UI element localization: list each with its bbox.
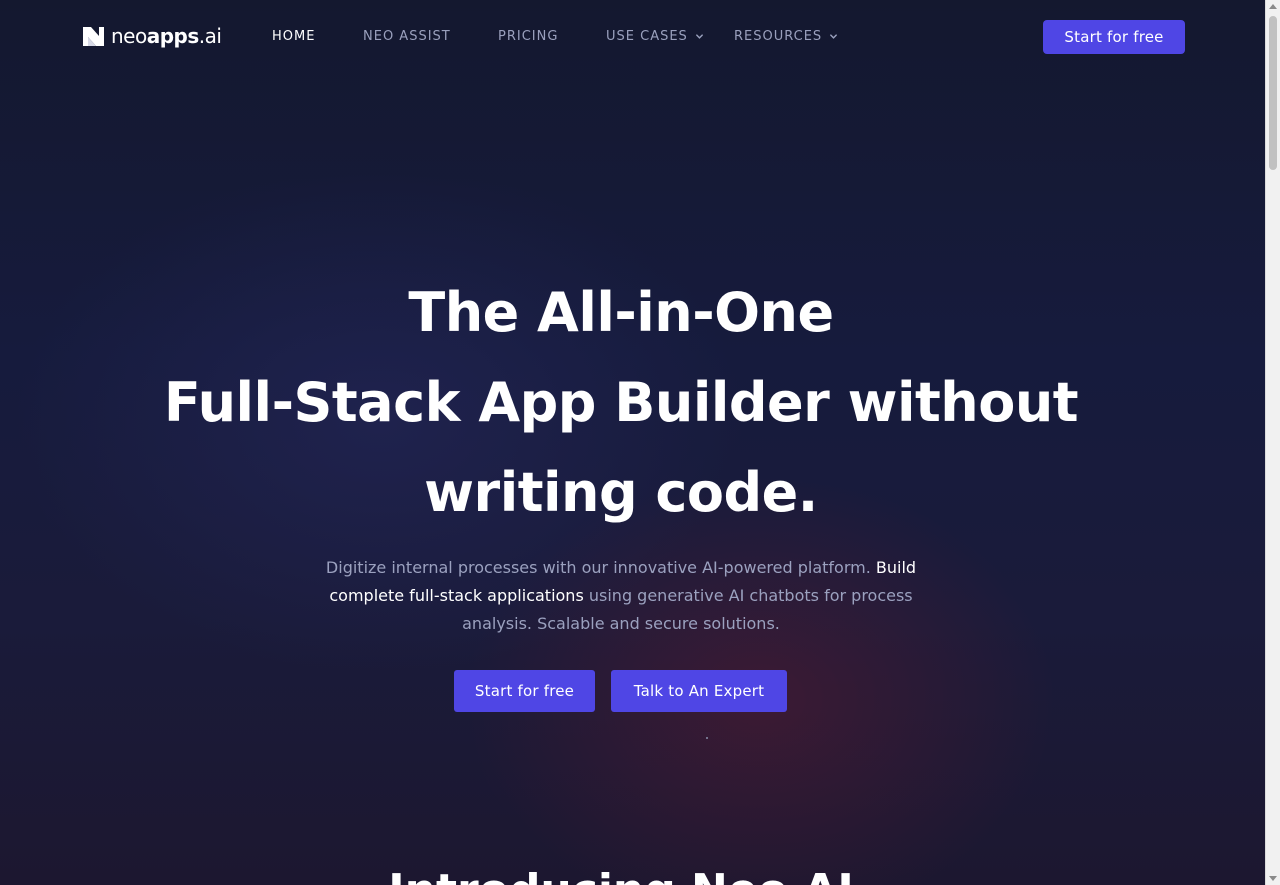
- nav-item-label: USE CASES: [606, 28, 688, 44]
- chevron-down-icon: [695, 33, 703, 39]
- nav-item-use-cases[interactable]: USE CASES: [606, 28, 704, 44]
- section-heading: Introducing Neo AI: [0, 866, 1242, 885]
- page: neoapps.ai HOME NEO ASSIST PRICING USE C…: [0, 0, 1265, 885]
- nav-item-label: HOME: [272, 28, 316, 44]
- hero-title-line: writing code.: [424, 461, 818, 524]
- hero-subtitle: Digitize internal processes with our inn…: [321, 554, 921, 638]
- hero-title-line: The All-in-One: [408, 281, 834, 344]
- logo-text: neoapps.ai: [111, 24, 222, 48]
- start-for-free-button[interactable]: Start for free: [454, 670, 595, 712]
- nav-item-neo-assist[interactable]: NEO ASSIST: [363, 28, 451, 44]
- nav-item-pricing[interactable]: PRICING: [498, 28, 558, 44]
- decorative-dot: [706, 737, 708, 739]
- talk-to-expert-button[interactable]: Talk to An Expert: [611, 670, 787, 712]
- scroll-up-arrow-icon[interactable]: [1269, 4, 1277, 9]
- chevron-down-icon: [830, 33, 838, 39]
- nav-item-label: NEO ASSIST: [363, 28, 451, 44]
- logo[interactable]: neoapps.ai: [80, 22, 222, 50]
- hero-title-line: Full-Stack App Builder without: [163, 371, 1079, 434]
- nav-item-resources[interactable]: RESOURCES: [734, 28, 838, 44]
- hero-subtitle-text: Digitize internal processes with our inn…: [325, 558, 871, 577]
- nav-item-home[interactable]: HOME: [272, 28, 315, 44]
- nav-item-label: PRICING: [498, 28, 559, 44]
- neoapps-logo-icon: [83, 26, 104, 46]
- start-for-free-nav-button[interactable]: Start for free: [1043, 20, 1185, 54]
- scroll-down-arrow-icon[interactable]: [1269, 876, 1277, 881]
- hero-title: The All-in-One Full-Stack App Builder wi…: [0, 268, 1242, 538]
- nav-item-label: RESOURCES: [734, 28, 823, 44]
- top-navigation: neoapps.ai HOME NEO ASSIST PRICING USE C…: [0, 0, 1265, 72]
- scrollbar-thumb[interactable]: [1269, 16, 1277, 170]
- vertical-scrollbar[interactable]: [1265, 0, 1280, 885]
